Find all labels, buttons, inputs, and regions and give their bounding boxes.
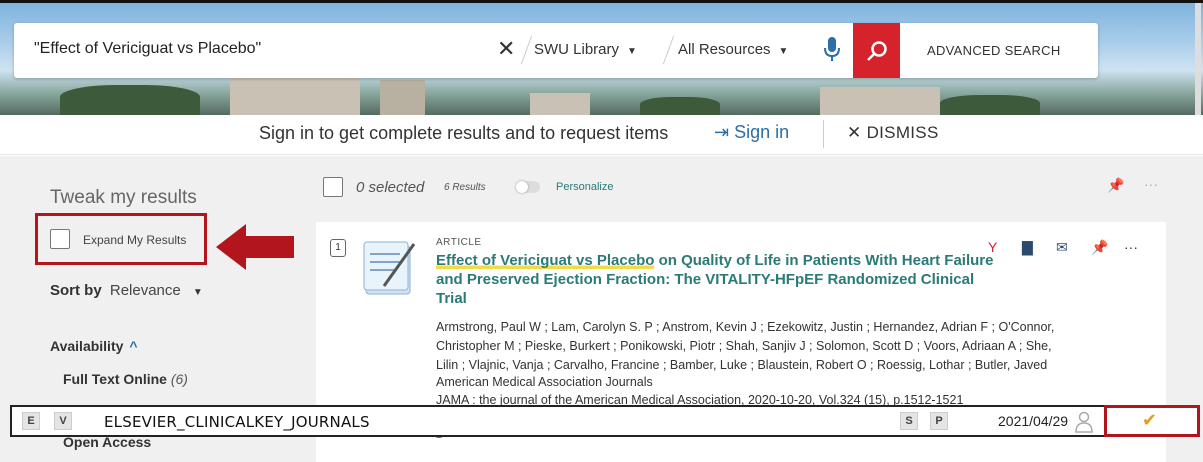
- selected-count: 0 selected: [356, 179, 425, 196]
- chevron-up-icon: ^: [129, 338, 138, 354]
- banner-building: [820, 87, 940, 115]
- resource-select[interactable]: All Resources ▼: [678, 41, 788, 58]
- divider: [823, 120, 824, 148]
- expand-results-highlight: Expand My Results: [35, 213, 207, 265]
- personalize-label[interactable]: Personalize: [556, 181, 613, 193]
- separator: [520, 35, 533, 65]
- search-icon: [866, 40, 887, 61]
- sort-value: Relevance: [109, 282, 181, 299]
- close-icon: ✕: [847, 123, 862, 142]
- header-banner: "Effect of Vericiguat vs Placebo" ✕ SWU …: [0, 0, 1203, 115]
- facet-label: Full Text Online: [63, 371, 167, 387]
- tag-e[interactable]: E: [22, 412, 40, 430]
- signin-link[interactable]: ⇥ Sign in: [714, 122, 789, 143]
- dismiss-label: DISMISS: [866, 123, 939, 142]
- tag-s[interactable]: S: [900, 412, 918, 430]
- dismiss-button[interactable]: ✕ DISMISS: [847, 123, 939, 143]
- chevron-down-icon: ▼: [192, 287, 203, 298]
- banner-building: [380, 80, 425, 115]
- resource-select-value: All Resources: [678, 41, 771, 58]
- sort-by-label: Sort by: [50, 282, 102, 299]
- pin-icon[interactable]: 📌: [1107, 177, 1124, 194]
- scope-select[interactable]: SWU Library ▼: [534, 41, 637, 58]
- sort-by[interactable]: Sort by Relevance ▼: [50, 282, 203, 299]
- citation-trail-icon[interactable]: Y: [988, 239, 997, 255]
- result-number: 1: [330, 239, 346, 257]
- facet-full-text-online[interactable]: Full Text Online (6): [63, 371, 188, 387]
- signin-label: Sign in: [734, 122, 790, 142]
- microphone-icon[interactable]: [822, 35, 842, 65]
- expand-results-label[interactable]: Expand My Results: [83, 233, 186, 247]
- email-icon[interactable]: ✉: [1056, 239, 1068, 256]
- result-title[interactable]: Effect of Vericiguat vs Placebo on Quali…: [436, 251, 996, 308]
- banner-building: [530, 93, 590, 115]
- separator: [662, 35, 675, 65]
- personalize-toggle[interactable]: [516, 181, 540, 193]
- result-type: ARTICLE: [436, 237, 482, 248]
- banner-tree: [940, 95, 1040, 115]
- result-source: American Medical Association Journals: [436, 375, 653, 389]
- checkmark-icon[interactable]: ✔: [1142, 410, 1157, 431]
- scrollbar[interactable]: [1195, 3, 1201, 115]
- facet-count: (6): [170, 371, 188, 387]
- more-options-icon[interactable]: ···: [1124, 239, 1138, 255]
- title-highlight: Effect of Vericiguat vs Placebo: [436, 252, 655, 269]
- pin-icon[interactable]: 📌: [1091, 239, 1108, 256]
- user-icon[interactable]: [1075, 411, 1093, 433]
- collection-overlay: E V ELSEVIER_CLINICALKEY_JOURNALS S P 20…: [10, 405, 1200, 437]
- signin-bar: Sign in to get complete results and to r…: [0, 115, 1203, 155]
- scope-select-value: SWU Library: [534, 41, 620, 58]
- chevron-down-icon: ▼: [627, 46, 637, 57]
- export-document-icon[interactable]: ▇: [1022, 239, 1033, 256]
- banner-building: [230, 75, 360, 115]
- collection-name: ELSEVIER_CLINICALKEY_JOURNALS: [104, 413, 370, 431]
- active-check-highlight: ✔: [1104, 405, 1200, 437]
- chevron-down-icon: ▼: [778, 46, 789, 57]
- search-bar: "Effect of Vericiguat vs Placebo" ✕ SWU …: [14, 23, 1098, 78]
- collection-date: 2021/04/29: [998, 413, 1069, 429]
- search-input[interactable]: "Effect of Vericiguat vs Placebo": [34, 40, 261, 58]
- banner-tree: [640, 97, 720, 115]
- signin-icon: ⇥: [714, 122, 730, 142]
- signin-message: Sign in to get complete results and to r…: [259, 123, 669, 143]
- result-authors: Armstrong, Paul W ; Lam, Carolyn S. P ; …: [436, 320, 1055, 372]
- availability-header[interactable]: Availability ^: [50, 338, 138, 354]
- tag-p[interactable]: P: [930, 412, 948, 430]
- facets-title: Tweak my results: [50, 187, 197, 208]
- advanced-search-link[interactable]: ADVANCED SEARCH: [927, 43, 1061, 58]
- article-thumbnail-icon: [363, 241, 416, 295]
- search-button[interactable]: [853, 23, 900, 78]
- availability-label: Availability: [50, 338, 124, 354]
- arrow-annotation-icon: [216, 224, 294, 270]
- results-count: 6 Results: [444, 182, 486, 193]
- clear-search-icon[interactable]: ✕: [497, 36, 515, 62]
- tag-v[interactable]: V: [54, 412, 72, 430]
- more-options-icon[interactable]: ···: [1144, 176, 1158, 192]
- banner-tree: [60, 85, 200, 115]
- expand-results-checkbox[interactable]: [50, 229, 70, 249]
- select-all-checkbox[interactable]: [323, 177, 343, 197]
